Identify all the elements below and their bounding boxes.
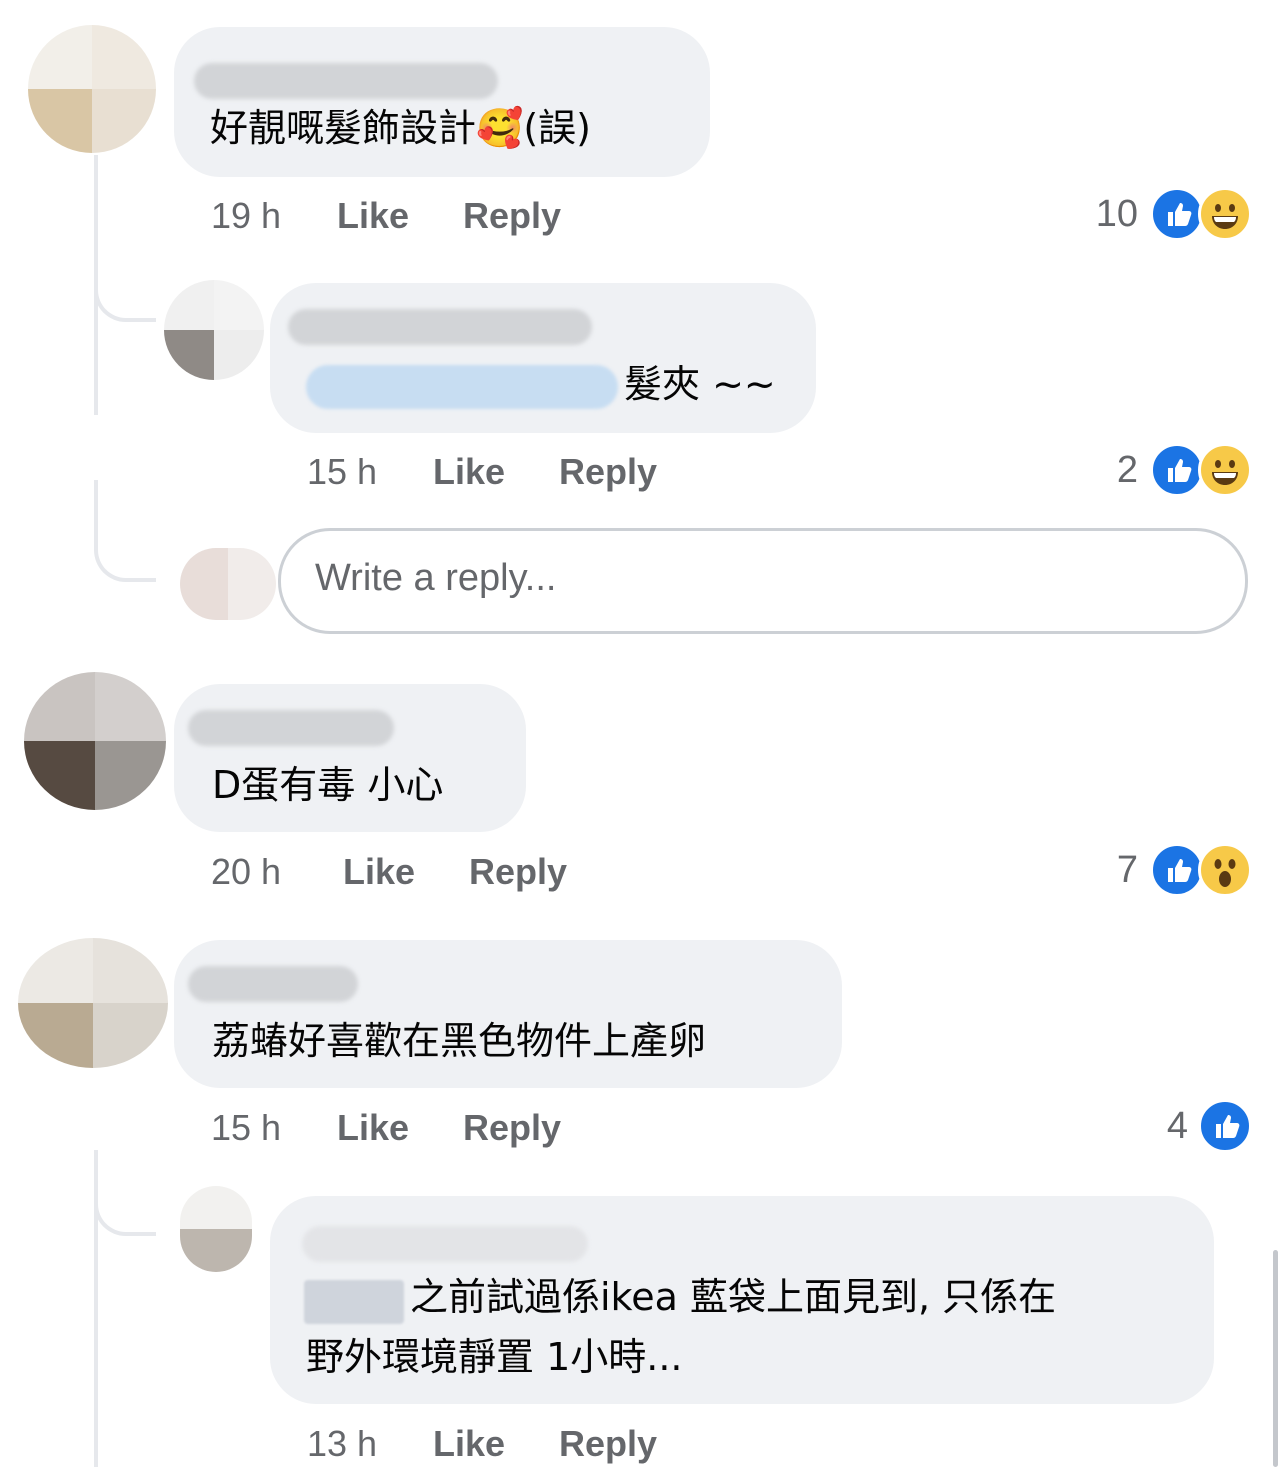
like-button[interactable]: Like <box>337 195 409 237</box>
comment-bubble: 好靚嘅髮飾設計🥰(誤) <box>174 27 710 177</box>
reply-bubble: 髮夾 ~~ <box>270 283 816 433</box>
thread-connector <box>94 1150 156 1236</box>
current-user-avatar <box>180 548 276 620</box>
comment-text: D蛋有毒 小心 <box>212 763 444 807</box>
thread-connector <box>94 250 156 322</box>
comment-bubble: D蛋有毒 小心 <box>174 684 526 832</box>
avatar[interactable] <box>164 280 264 380</box>
mentioned-user[interactable] <box>306 365 618 409</box>
comment-bubble: 荔蝽好喜歡在黑色物件上產卵 <box>174 940 842 1088</box>
reply-button[interactable]: Reply <box>469 851 567 893</box>
comment-timestamp[interactable]: 19 h <box>211 195 281 237</box>
reply-button[interactable]: Reply <box>463 195 561 237</box>
scrollbar[interactable] <box>1273 1250 1278 1467</box>
comment-timestamp[interactable]: 15 h <box>211 1107 281 1149</box>
like-icon <box>1150 843 1204 897</box>
comment-text: 好靚嘅髮飾設計🥰(誤) <box>210 106 591 150</box>
like-button[interactable]: Like <box>433 1423 505 1465</box>
comment-timestamp[interactable]: 20 h <box>211 851 281 893</box>
grinning-face-icon <box>1198 443 1252 497</box>
reply-button[interactable]: Reply <box>559 1423 657 1465</box>
reply-button[interactable]: Reply <box>559 451 657 493</box>
reply-timestamp[interactable]: 15 h <box>307 451 377 493</box>
avatar[interactable] <box>28 25 156 153</box>
reply-input-placeholder: Write a reply... <box>315 557 557 599</box>
avatar[interactable] <box>18 938 168 1068</box>
mentioned-user[interactable] <box>304 1280 404 1324</box>
grinning-face-icon <box>1198 187 1252 241</box>
like-icon <box>1150 187 1204 241</box>
reaction-count[interactable]: 2 <box>1060 449 1138 492</box>
avatar[interactable] <box>24 672 166 810</box>
surprised-face-icon <box>1198 843 1252 897</box>
reply-bubble: 之前試過係ikea 藍袋上面見到, 只係在 野外環境靜置 1小時... <box>270 1196 1214 1404</box>
reply-button[interactable]: Reply <box>463 1107 561 1149</box>
commenter-name[interactable] <box>188 710 394 746</box>
reaction-count[interactable]: 7 <box>1060 849 1138 892</box>
like-icon <box>1198 1099 1252 1153</box>
thread-connector <box>94 480 156 582</box>
reply-text-line1: 之前試過係ikea 藍袋上面見到, 只係在 <box>410 1275 1057 1319</box>
comment-text: 荔蝽好喜歡在黑色物件上產卵 <box>212 1019 707 1063</box>
reply-timestamp[interactable]: 13 h <box>307 1423 377 1465</box>
commenter-name[interactable] <box>194 63 498 99</box>
reply-text: 髮夾 ~~ <box>624 362 776 406</box>
avatar[interactable] <box>180 1186 252 1272</box>
replier-name[interactable] <box>288 309 592 345</box>
commenter-name[interactable] <box>188 966 358 1002</box>
like-button[interactable]: Like <box>337 1107 409 1149</box>
like-button[interactable]: Like <box>433 451 505 493</box>
reply-input[interactable]: Write a reply... <box>278 528 1248 634</box>
reply-text-line2: 野外環境靜置 1小時... <box>306 1335 683 1379</box>
like-icon <box>1150 443 1204 497</box>
reaction-count[interactable]: 10 <box>1040 193 1138 236</box>
replier-name[interactable] <box>302 1226 588 1262</box>
like-button[interactable]: Like <box>343 851 415 893</box>
reaction-count[interactable]: 4 <box>1110 1105 1188 1148</box>
